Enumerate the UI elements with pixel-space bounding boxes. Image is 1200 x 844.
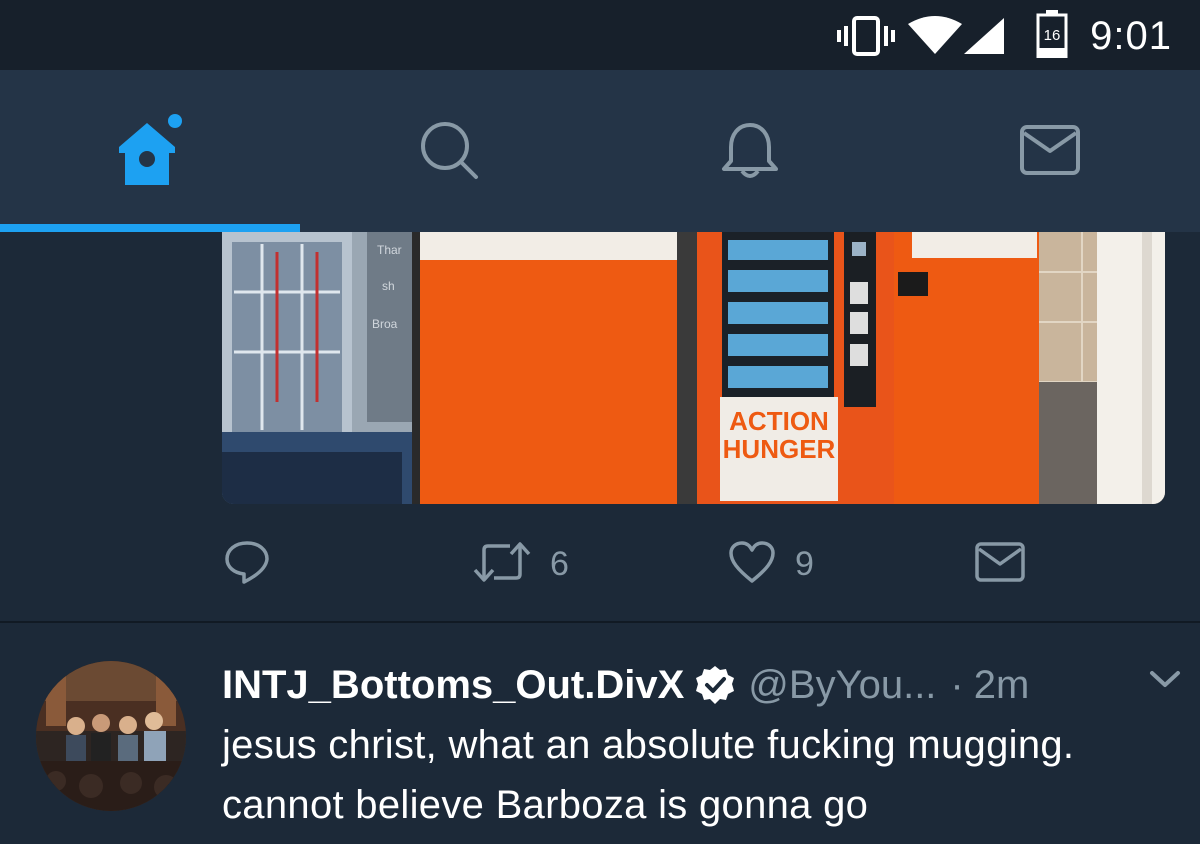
retweet-icon <box>472 540 532 589</box>
vending-sign-text-1: ACTION <box>729 406 829 436</box>
battery-level-text: 16 <box>1044 27 1061 44</box>
avatar[interactable] <box>36 661 186 811</box>
bell-icon <box>718 119 782 183</box>
search-icon <box>418 119 482 183</box>
verified-badge-icon <box>694 664 736 706</box>
tweet-media-image[interactable]: Thar sh Broa ACTION HUNGER <box>222 232 1165 504</box>
status-time: 9:01 <box>1090 14 1172 58</box>
like-count: 9 <box>795 544 814 583</box>
retweet-count: 6 <box>550 544 569 583</box>
cell-signal-icon <box>962 16 1006 61</box>
battery-icon: 16 <box>1036 10 1068 63</box>
home-icon <box>115 113 185 189</box>
tweet-timestamp[interactable]: 2m <box>974 663 1030 708</box>
vibrate-icon <box>836 14 896 63</box>
tweet-actions: 6 9 <box>222 532 1042 596</box>
user-handle[interactable]: @ByYou... <box>748 663 936 708</box>
chevron-down-icon[interactable] <box>1148 667 1182 696</box>
reply-button[interactable] <box>222 532 290 596</box>
tweet-text: jesus christ, what an absolute fucking m… <box>222 723 1075 827</box>
envelope-icon <box>974 540 1026 589</box>
tweet-header: INTJ_Bottoms_Out.DivX @ByYou... · 2m <box>222 657 1182 713</box>
reply-icon <box>222 538 272 591</box>
heart-icon <box>727 539 777 590</box>
tab-notifications[interactable] <box>600 70 900 232</box>
nav-bar <box>0 70 1200 232</box>
separator-dot: · <box>950 662 964 707</box>
tab-search[interactable] <box>300 70 600 232</box>
active-tab-indicator <box>0 224 300 232</box>
display-name[interactable]: INTJ_Bottoms_Out.DivX <box>222 663 684 708</box>
notification-dot <box>168 114 182 128</box>
like-button[interactable]: 9 <box>727 532 814 596</box>
background-sign-text-1: Thar <box>377 243 402 257</box>
vending-sign-text-2: HUNGER <box>723 434 836 464</box>
background-sign-text-2: sh <box>382 279 395 293</box>
tab-home[interactable] <box>0 70 300 232</box>
tab-messages[interactable] <box>900 70 1200 232</box>
status-bar: 16 9:01 <box>0 0 1200 70</box>
envelope-icon <box>1018 123 1082 179</box>
wifi-icon <box>906 16 964 61</box>
tweet[interactable]: INTJ_Bottoms_Out.DivX @ByYou... · 2m jes… <box>0 623 1200 844</box>
timeline[interactable]: Thar sh Broa ACTION HUNGER 6 9 INTJ_Bott… <box>0 232 1200 844</box>
retweet-button[interactable]: 6 <box>472 532 569 596</box>
direct-message-button[interactable] <box>974 532 1026 596</box>
background-sign-text-3: Broa <box>372 317 398 331</box>
